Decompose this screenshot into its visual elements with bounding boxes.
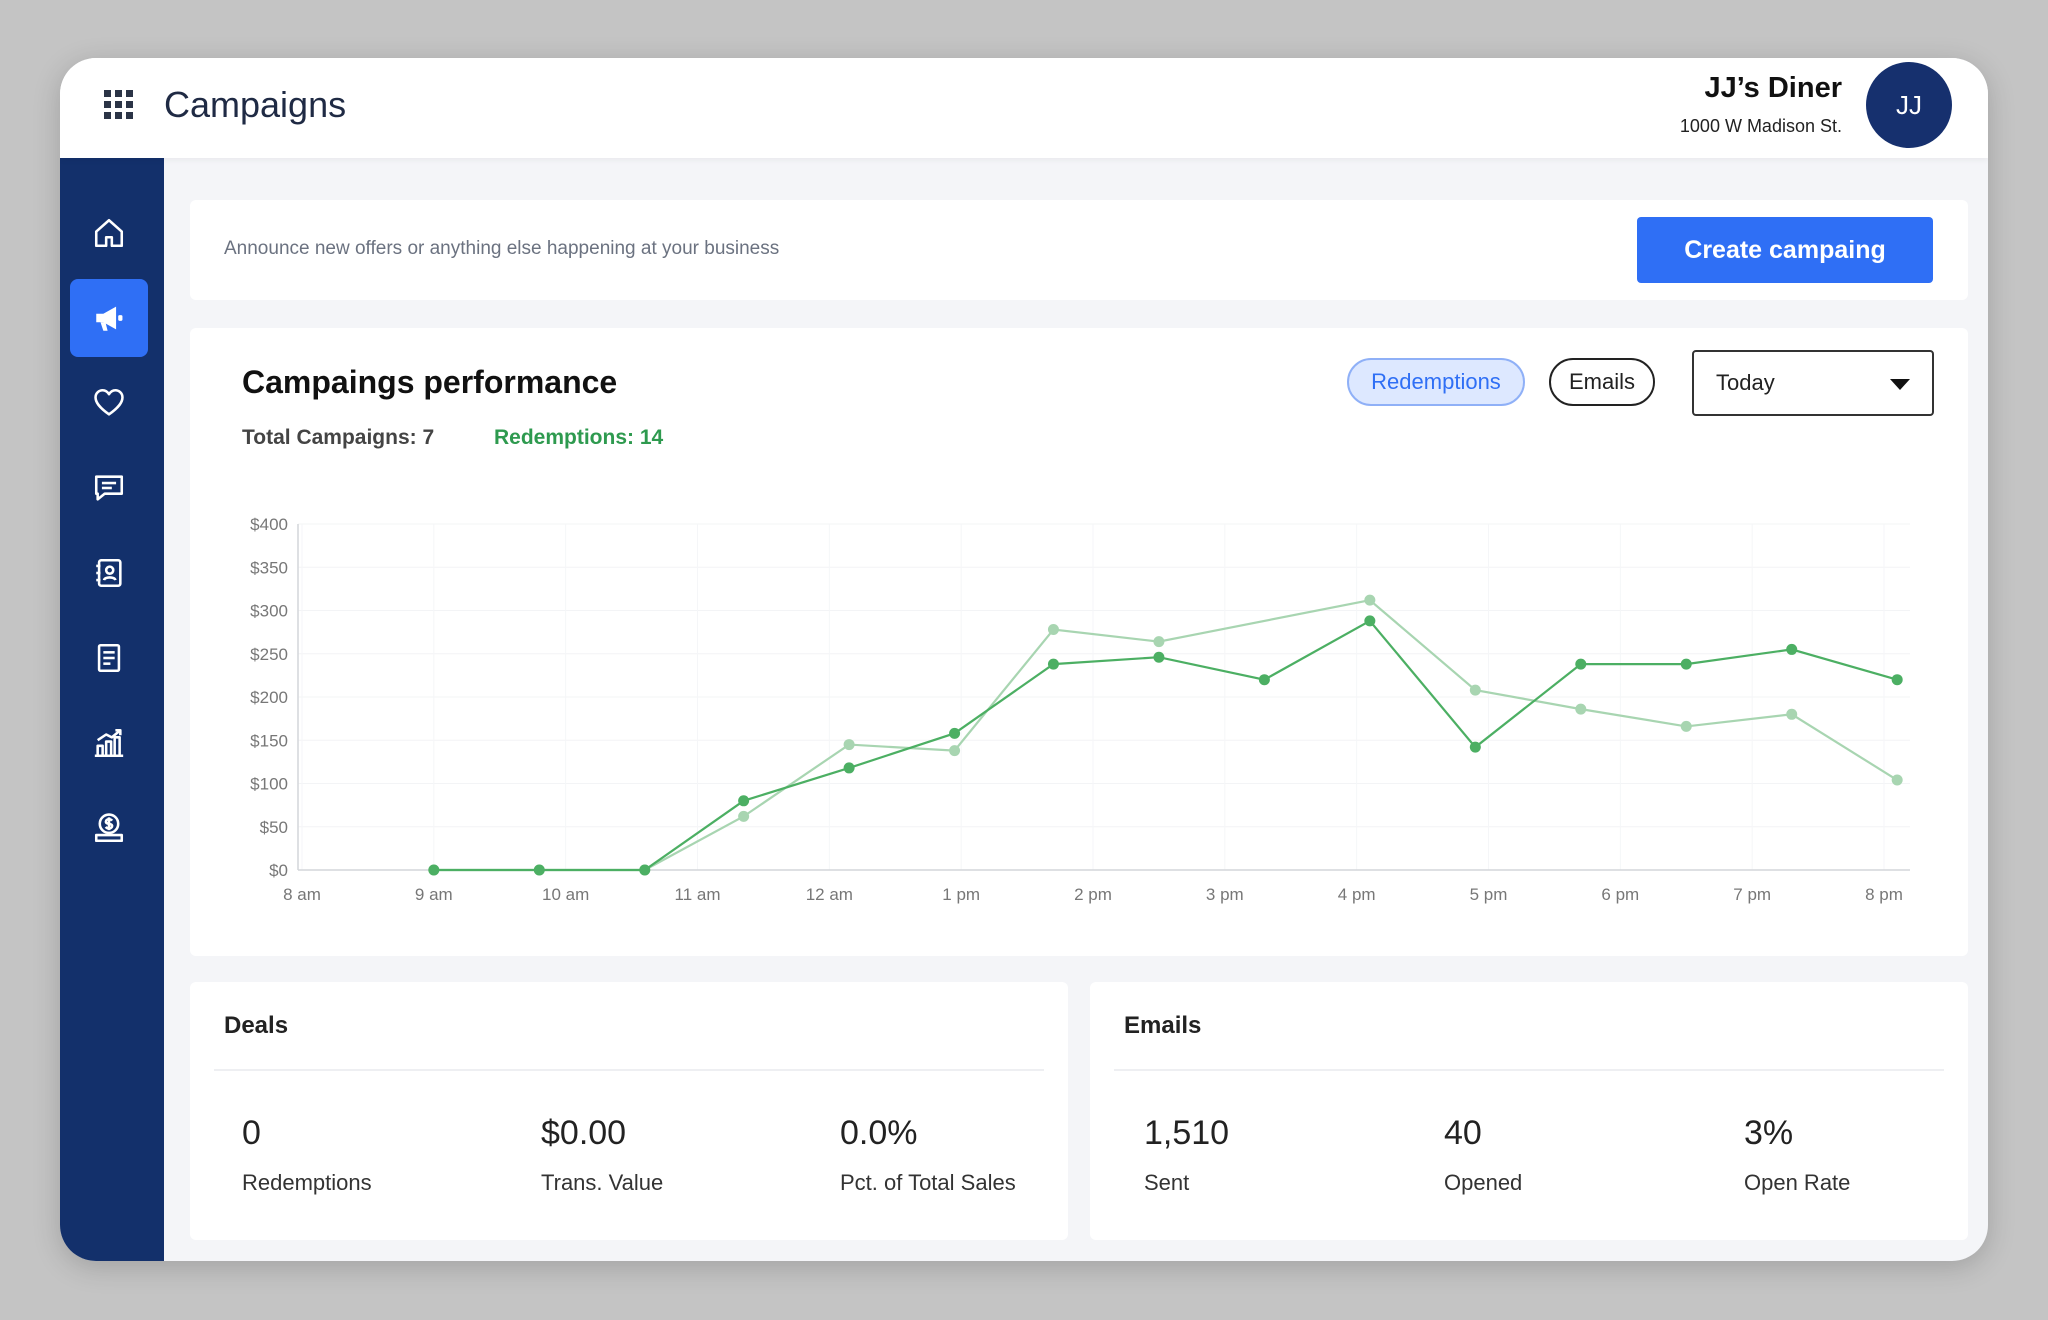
y-tick-label: $150 (250, 731, 288, 750)
x-tick-label: 7 pm (1733, 885, 1771, 904)
emails-sent-value: 1,510 (1144, 1114, 1230, 1152)
emails-open-rate-value: 3% (1744, 1114, 1794, 1152)
home-icon (94, 218, 124, 248)
data-point (1364, 594, 1376, 606)
data-point (949, 745, 961, 757)
y-tick-label: $250 (250, 645, 288, 664)
sidebar-item-contacts[interactable] (70, 534, 148, 612)
data-point (1680, 720, 1692, 732)
data-point (949, 727, 961, 739)
data-point (1891, 774, 1903, 786)
data-point (843, 762, 855, 774)
sidebar-item-receipts[interactable] (70, 619, 148, 697)
divider (214, 1069, 1044, 1071)
data-point (428, 864, 440, 876)
y-tick-label: $100 (250, 775, 288, 794)
deals-card: Deals 0 Redemptions $0.00 Trans. Value 0… (190, 982, 1068, 1240)
business-address: 1000 W Madison St. (1679, 116, 1842, 136)
performance-card: Campaings performance Total Campaigns: 7… (190, 328, 1968, 956)
sidebar-item-favorites[interactable] (70, 364, 148, 442)
growth-chart-icon (94, 728, 124, 758)
y-tick-label: $300 (250, 602, 288, 621)
data-point (1469, 741, 1481, 753)
announce-text: Announce new offers or anything else hap… (224, 238, 780, 259)
sidebar-item-payments[interactable] (70, 789, 148, 867)
data-point (1469, 684, 1481, 696)
sidebar (60, 158, 164, 1261)
emails-sent-label: Sent (1144, 1170, 1190, 1195)
megaphone-icon (96, 306, 123, 331)
deals-pct-value: 0.0% (840, 1114, 918, 1152)
money-icon (94, 813, 124, 843)
data-point (1680, 658, 1692, 670)
deals-redemptions-value: 0 (242, 1114, 261, 1152)
deals-trans-label: Trans. Value (541, 1170, 664, 1195)
emails-title: Emails (1124, 1012, 1202, 1039)
y-tick-label: $50 (260, 818, 288, 837)
y-tick-label: $350 (250, 558, 288, 577)
top-bar: Campaigns JJ’s Diner 1000 W Madison St. … (60, 58, 1988, 158)
sidebar-item-analytics[interactable] (70, 704, 148, 782)
series-line-0 (433, 619, 1898, 872)
deals-redemptions-label: Redemptions (242, 1170, 372, 1195)
receipt-icon (97, 643, 121, 673)
x-tick-label: 11 am (675, 885, 721, 904)
divider (1114, 1069, 1944, 1071)
x-tick-label: 2 pm (1074, 885, 1112, 904)
page-title: Campaigns (164, 84, 347, 125)
performance-line-chart: $0 $50 $100 $150 $200 $250 $300 $350 $400 8 am 9 a… (250, 515, 1910, 904)
chat-icon (94, 475, 124, 501)
data-point (1047, 624, 1059, 636)
x-tick-label: 5 pm (1470, 885, 1508, 904)
data-point (1153, 636, 1165, 648)
x-tick-label: 12 am (806, 885, 853, 904)
emails-open-rate-label: Open Rate (1744, 1170, 1851, 1195)
data-point (1575, 658, 1587, 670)
deals-trans-value: $0.00 (541, 1114, 627, 1152)
sidebar-item-campaigns[interactable] (70, 279, 148, 357)
data-point (1047, 658, 1059, 670)
sidebar-item-messages[interactable] (70, 449, 148, 527)
data-point (1575, 703, 1587, 715)
emails-card: Emails 1,510 Sent 40 Opened 3% Open Rate (1090, 982, 1968, 1240)
data-point (639, 864, 651, 876)
emails-opened-value: 40 (1444, 1114, 1482, 1152)
data-point (1786, 643, 1798, 655)
app-window: Campaigns JJ’s Diner 1000 W Madison St. … (60, 58, 1988, 1261)
deals-pct-label: Pct. of Total Sales (840, 1170, 1016, 1195)
data-point (738, 795, 750, 807)
series-line-1 (433, 598, 1898, 872)
create-campaign-button[interactable]: Create campaing (1637, 217, 1933, 283)
data-point (533, 864, 545, 876)
sidebar-item-home[interactable] (70, 194, 148, 272)
data-point (738, 810, 750, 822)
data-point (1891, 674, 1903, 686)
data-point (1258, 674, 1270, 686)
y-tick-label: $400 (250, 515, 288, 534)
x-tick-label: 9 am (415, 885, 453, 904)
apps-grid-icon[interactable] (104, 90, 134, 125)
heart-icon (94, 388, 124, 416)
x-tick-label: 8 am (283, 885, 321, 904)
data-point (1364, 615, 1376, 627)
x-tick-label: 6 pm (1601, 885, 1639, 904)
x-tick-label: 4 pm (1338, 885, 1376, 904)
business-name: JJ’s Diner (1704, 72, 1842, 104)
deals-title: Deals (224, 1012, 289, 1039)
data-point (843, 739, 855, 751)
y-tick-label: $0 (269, 861, 288, 880)
emails-opened-label: Opened (1444, 1170, 1523, 1195)
announce-card: Announce new offers or anything else hap… (190, 200, 1968, 300)
data-point (1786, 708, 1798, 720)
contacts-icon (96, 558, 122, 588)
avatar[interactable]: JJ (1866, 62, 1952, 148)
y-tick-label: $200 (250, 688, 288, 707)
x-tick-label: 10 am (542, 885, 589, 904)
x-tick-label: 8 pm (1865, 885, 1903, 904)
x-tick-label: 1 pm (942, 885, 980, 904)
data-point (1153, 651, 1165, 663)
x-tick-label: 3 pm (1206, 885, 1244, 904)
